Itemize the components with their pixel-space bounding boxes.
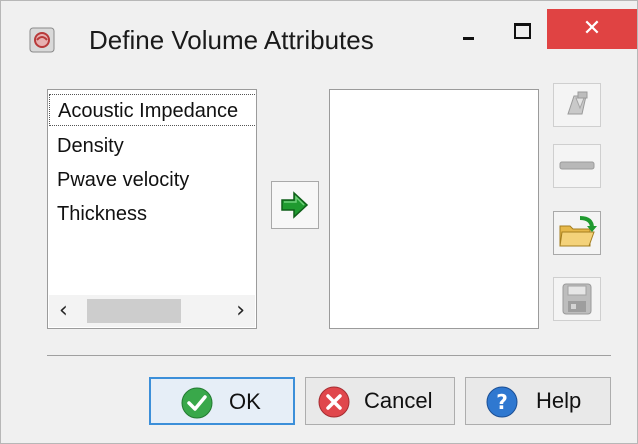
remove-button[interactable] [553,144,601,188]
list-item[interactable]: Thickness [49,198,256,230]
horizontal-scrollbar[interactable]: ‹ › [49,295,255,327]
maximize-button[interactable] [499,9,545,49]
svg-text:?: ? [496,390,508,414]
minimize-button[interactable] [445,9,491,49]
list-item[interactable]: Density [49,130,256,162]
available-attributes-list[interactable]: Acoustic Impedance Density Pwave velocit… [47,89,257,329]
ok-button[interactable]: OK [149,377,295,425]
define-volume-attributes-dialog: Define Volume Attributes ✕ Acoustic Impe… [0,0,638,444]
remove-dash-icon [559,161,595,170]
pencil-edit-icon [567,91,588,115]
open-button[interactable] [553,211,601,255]
scrollbar-thumb[interactable] [87,299,181,323]
open-folder-icon [559,216,597,247]
minimize-icon [463,37,474,40]
save-button[interactable] [553,277,601,321]
list-item[interactable]: Acoustic Impedance [49,94,256,126]
ok-label: OK [229,389,261,414]
selected-attributes-list[interactable] [329,89,539,329]
window-title: Define Volume Attributes [89,25,374,55]
divider [47,355,611,356]
help-button[interactable]: ? Help [465,377,611,425]
list-item[interactable]: Pwave velocity [49,164,256,196]
cancel-button[interactable]: Cancel [305,377,455,425]
scroll-right-icon[interactable]: › [236,295,245,327]
close-button[interactable]: ✕ [547,9,637,49]
edit-button[interactable] [553,83,601,127]
app-icon [29,27,55,53]
add-attribute-button[interactable] [271,181,319,229]
cancel-label: Cancel [364,388,433,413]
help-label: Help [536,388,582,413]
green-arrow-right-icon [281,191,309,219]
close-icon: ✕ [582,16,602,41]
cancel-x-icon [318,386,350,418]
title-bar: Define Volume Attributes ✕ [1,1,637,73]
save-floppy-icon [562,283,592,315]
maximize-icon [514,23,531,39]
check-icon [181,387,213,419]
scroll-left-icon[interactable]: ‹ [59,295,68,327]
help-question-icon: ? [486,386,518,418]
